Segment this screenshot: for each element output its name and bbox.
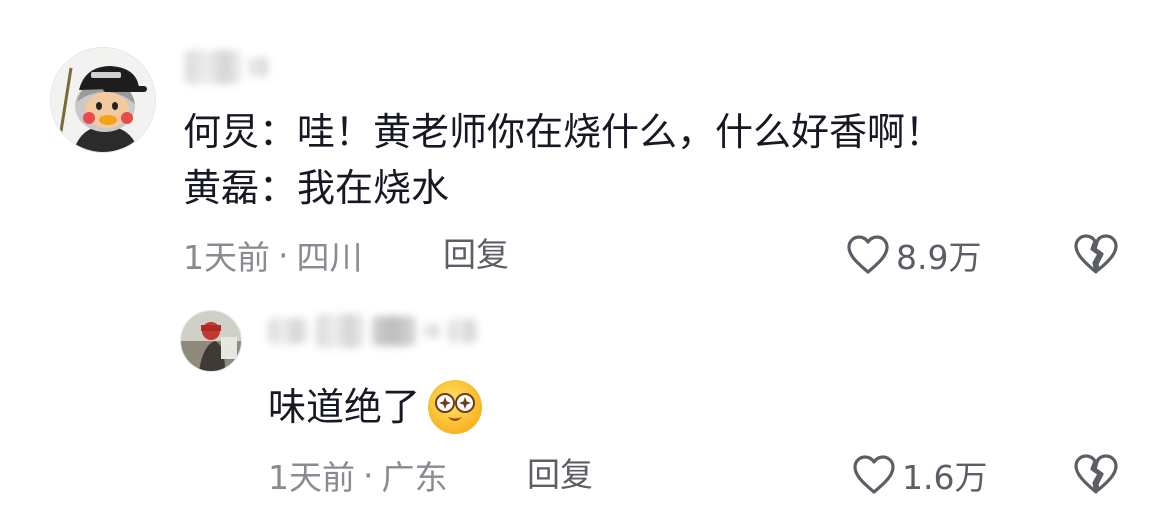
reply-location: 广东 (381, 458, 448, 497)
comment-time: 1天前 (183, 238, 270, 277)
like-button[interactable]: 8.9万 (846, 230, 981, 280)
heart-icon (847, 235, 889, 274)
reply-username[interactable] (268, 314, 478, 348)
broken-heart-icon (1074, 234, 1118, 274)
cartoon-duck-avatar-icon (51, 48, 155, 152)
comment-location: 四川 (296, 238, 363, 277)
reply-button[interactable]: 回复 (443, 232, 509, 278)
heart-icon (853, 455, 895, 494)
reply-meta: 1天前 · 广东 (268, 452, 448, 498)
commenter-username[interactable] (185, 50, 269, 84)
starry-eyes-emoji-icon (428, 380, 483, 434)
commenter-avatar[interactable] (50, 47, 156, 153)
photo-avatar-icon (181, 311, 241, 371)
comment-meta: 1天前 · 四川 (183, 232, 363, 278)
comment-body: 何炅：哇！黄老师你在烧什么，什么好香啊！ 黄磊：我在烧水 (183, 104, 943, 216)
meta-separator: · (363, 455, 374, 495)
dislike-button[interactable] (1073, 232, 1119, 278)
reply-time: 1天前 (268, 458, 355, 497)
dislike-button[interactable] (1073, 452, 1119, 498)
like-button[interactable]: 1.6万 (852, 450, 987, 500)
like-count: 8.9万 (896, 238, 982, 277)
reply-text: 味道绝了 (268, 385, 421, 429)
comment-text-line: 何炅：哇！黄老师你在烧什么，什么好香啊！ (183, 110, 944, 154)
meta-separator: · (278, 235, 289, 275)
comment-text-line: 黄磊：我在烧水 (183, 166, 450, 210)
reply-button[interactable]: 回复 (527, 452, 593, 498)
like-count: 1.6万 (902, 458, 988, 497)
reply-body: 味道绝了 (268, 376, 484, 438)
reply-avatar[interactable] (180, 310, 242, 372)
broken-heart-icon (1074, 454, 1118, 494)
